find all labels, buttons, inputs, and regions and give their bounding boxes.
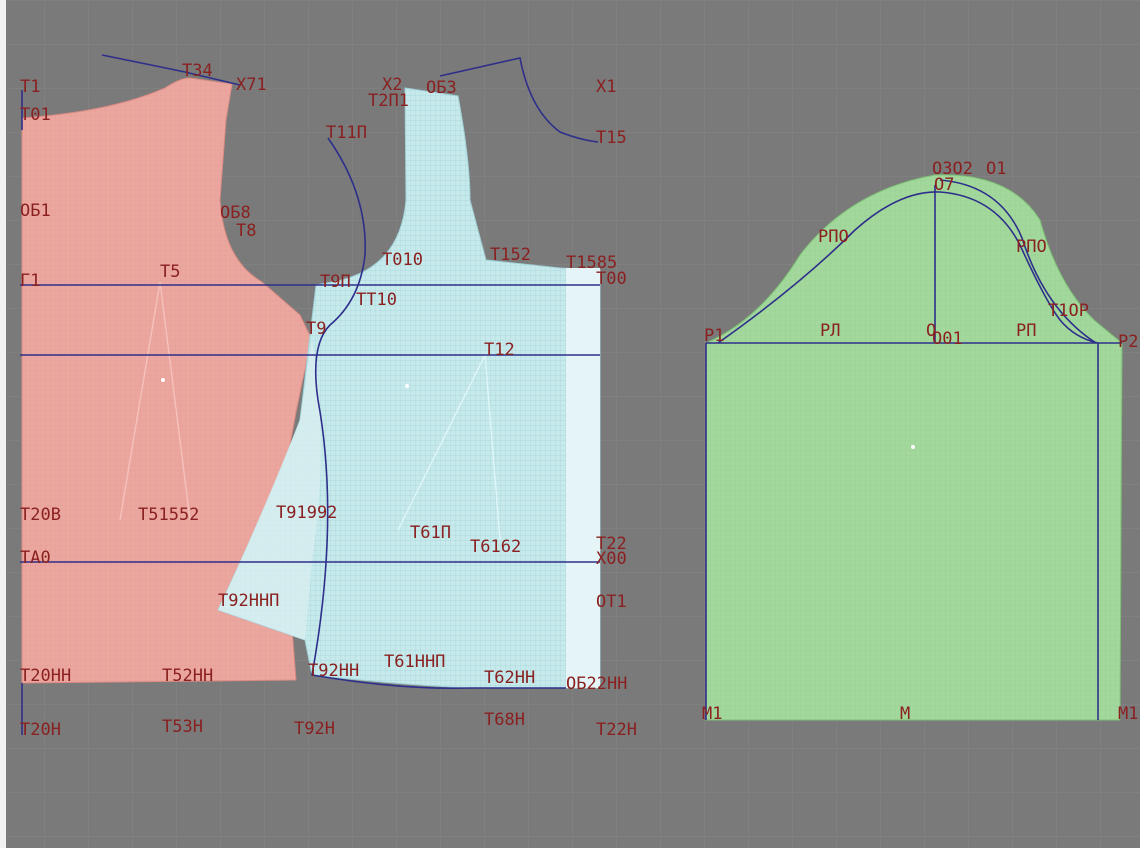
label-t010: T010	[382, 250, 423, 270]
label-m1: M1	[702, 704, 722, 724]
label-ot1: ОТ1	[596, 592, 627, 612]
label-m1b: M1	[1118, 704, 1138, 724]
label-o7: O7	[934, 175, 954, 195]
front-center-dot	[405, 384, 409, 388]
label-rpo2: PПО	[1016, 237, 1047, 257]
label-t91992: T91992	[276, 503, 337, 523]
label-t152: T152	[490, 245, 531, 265]
label-t52nn: T52НН	[162, 666, 213, 686]
label-m: M	[900, 704, 910, 724]
label-ta0: TA0	[20, 548, 51, 568]
label-t11p: T11П	[326, 123, 367, 143]
label-t51552: T51552	[138, 505, 199, 525]
left-border	[0, 0, 6, 848]
label-t12: T12	[484, 340, 515, 360]
label-ob8: ОБ8	[220, 203, 251, 223]
label-t34: T34	[182, 61, 213, 81]
label-t22n: T22Н	[596, 720, 637, 740]
label-oo1: O01	[932, 329, 963, 349]
label-t62nnn: T62НН	[484, 668, 535, 688]
label-x00: X00	[596, 549, 627, 569]
label-ob1: ОБ1	[20, 201, 51, 221]
label-t20v: T20B	[20, 505, 61, 525]
label-x71: X71	[236, 75, 267, 95]
pattern-canvas[interactable]: T1 T01 T34 X71 ОБ1 ОБ8 T8 Г1 T5 T20B T51…	[0, 0, 1140, 848]
label-t1or: T1OP	[1048, 301, 1089, 321]
label-t9p: T9П	[320, 272, 351, 292]
label-r1: P1	[704, 326, 724, 346]
front-hem-strip	[566, 268, 600, 688]
label-rp: PП	[1016, 321, 1036, 341]
label-g1: Г1	[20, 271, 40, 291]
label-r2: P2	[1118, 332, 1138, 352]
label-t9: T9	[306, 319, 326, 339]
label-t68n: T68Н	[484, 710, 525, 730]
label-t53n: T53Н	[162, 717, 203, 737]
label-t61nnp: T61ННП	[384, 652, 445, 672]
label-t00: T00	[596, 269, 627, 289]
label-ob3: ОБ3	[426, 78, 457, 98]
label-t201: T2П1	[368, 91, 409, 111]
label-x1: X1	[596, 77, 616, 97]
label-ob22nn: ОБ22НН	[566, 674, 627, 694]
label-tt10: TT10	[356, 290, 397, 310]
label-t01: T01	[20, 105, 51, 125]
label-t92nn: T92НН	[308, 661, 359, 681]
label-t92n: T92Н	[294, 719, 335, 739]
label-rpo: PПО	[818, 227, 849, 247]
label-rl: PЛ	[820, 321, 840, 341]
label-t15: T15	[596, 128, 627, 148]
label-t1: T1	[20, 77, 40, 97]
label-t5: T5	[160, 262, 180, 282]
label-t61p: T61П	[410, 523, 451, 543]
sleeve-center-dot	[911, 445, 915, 449]
label-t8: T8	[236, 221, 256, 241]
label-t20nn: T20НН	[20, 666, 71, 686]
label-t20n: T20Н	[20, 720, 61, 740]
label-o1: O1	[986, 159, 1006, 179]
label-t6162: T6162	[470, 537, 521, 557]
label-t92nnp: T92ННП	[218, 591, 279, 611]
back-center-dot	[161, 378, 165, 382]
